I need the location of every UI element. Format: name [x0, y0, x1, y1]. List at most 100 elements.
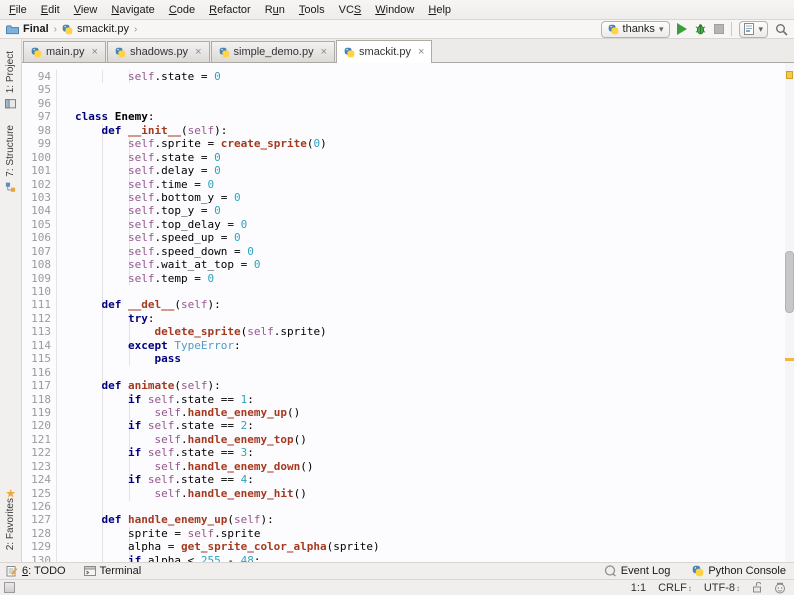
caret-position[interactable]: 1:1: [631, 582, 646, 594]
sidebar-item-favorites[interactable]: 2: Favorites ★: [5, 485, 16, 558]
menu-navigate[interactable]: Navigate: [104, 2, 161, 18]
python-console-label: Python Console: [708, 565, 786, 577]
code-line[interactable]: 116: [22, 365, 785, 380]
stop-button[interactable]: [714, 24, 725, 34]
code-line[interactable]: 106 self.speed_up = 0: [22, 231, 785, 245]
code-line[interactable]: 100 self.state = 0: [22, 150, 785, 165]
code-line[interactable]: 124 if self.state == 4:: [22, 473, 785, 487]
tab-main-py[interactable]: main.py ×: [23, 41, 106, 62]
code-line[interactable]: 110: [22, 285, 785, 299]
toggle-tool-buttons-icon[interactable]: [4, 582, 15, 593]
menu-refactor[interactable]: Refactor: [202, 2, 258, 18]
code-line[interactable]: 111 def __del__(self):: [22, 298, 785, 312]
close-icon[interactable]: ×: [321, 46, 327, 58]
code-text: self.speed_down = 0: [127, 244, 254, 258]
menu-file[interactable]: File: [2, 2, 34, 18]
code-line[interactable]: 120 if self.state == 2:: [22, 419, 785, 433]
code-text: self.state = 0: [127, 70, 221, 83]
menu-view[interactable]: View: [67, 2, 105, 18]
menu-run[interactable]: Run: [258, 2, 292, 18]
code-line[interactable]: 103 self.bottom_y = 0: [22, 190, 785, 205]
code-line[interactable]: 130 if alpha < 255 - 48:: [22, 553, 785, 562]
code-text: def __del__(self):: [101, 298, 221, 312]
encoding-selector[interactable]: UTF-8↕: [704, 582, 740, 594]
code-line[interactable]: 118 if self.state == 1:: [22, 392, 785, 406]
code-line[interactable]: 105 self.top_delay = 0: [22, 217, 785, 232]
code-line[interactable]: 98 def __init__(self):: [22, 123, 785, 138]
code-line[interactable]: 129 alpha = get_sprite_color_alpha(sprit…: [22, 540, 785, 554]
code-line[interactable]: 104 self.top_y = 0: [22, 204, 785, 218]
navigation-bar: Final › smackit.py › thanks ▾ ▾: [0, 20, 794, 39]
event-log-button[interactable]: Event Log: [604, 565, 670, 577]
code-line[interactable]: 109 self.temp = 0: [22, 271, 785, 285]
code-line[interactable]: 108 self.wait_at_top = 0: [22, 258, 785, 272]
coverage-dropdown[interactable]: ▾: [739, 20, 768, 38]
menu-window[interactable]: Window: [368, 2, 421, 18]
code-line[interactable]: 115 pass: [22, 352, 785, 366]
line-number: 114: [22, 338, 57, 353]
code-editor[interactable]: 94 self.state = 0 95 96 97 class Enemy: 98 de…: [22, 63, 794, 562]
sidebar-item-structure[interactable]: 7: Structure: [5, 117, 16, 201]
todo-tool-button[interactable]: 6: TODO: [6, 565, 66, 577]
tab-smackit-py[interactable]: smackit.py ×: [336, 40, 433, 63]
python-console-button[interactable]: Python Console: [692, 565, 786, 577]
menu-help[interactable]: Help: [421, 2, 458, 18]
menu-vcs[interactable]: VCS: [332, 2, 369, 18]
line-ending-selector[interactable]: CRLF↕: [658, 582, 692, 594]
line-number: 110: [22, 285, 57, 299]
warning-stripe-mark[interactable]: [785, 358, 794, 361]
close-icon[interactable]: ×: [92, 46, 98, 58]
code-line[interactable]: 122 if self.state == 3:: [22, 446, 785, 460]
code-line[interactable]: 121 self.handle_enemy_top(): [22, 432, 785, 447]
code-line[interactable]: 101 self.delay = 0: [22, 164, 785, 178]
code-line[interactable]: 127 def handle_enemy_up(self):: [22, 513, 785, 527]
close-icon[interactable]: ×: [195, 46, 201, 58]
run-button[interactable]: [677, 23, 688, 35]
terminal-tool-button[interactable]: Terminal: [83, 565, 141, 577]
tab-simple_demo-py[interactable]: simple_demo.py ×: [210, 41, 336, 62]
code-line[interactable]: 99 self.sprite = create_sprite(0): [22, 137, 785, 151]
search-everywhere-button[interactable]: [775, 23, 788, 36]
code-line[interactable]: 128 sprite = self.sprite: [22, 526, 785, 541]
breadcrumb-item[interactable]: smackit.py: [62, 23, 129, 35]
code-line[interactable]: 125 self.handle_enemy_hit(): [22, 486, 785, 500]
error-stripe-ruler[interactable]: [785, 63, 794, 562]
code-line[interactable]: 94 self.state = 0: [22, 70, 785, 84]
code-line[interactable]: 107 self.speed_down = 0: [22, 244, 785, 259]
code-line[interactable]: 114 except TypeError:: [22, 338, 785, 353]
breadcrumb-item[interactable]: Final: [6, 23, 49, 35]
code-line[interactable]: 126: [22, 500, 785, 514]
code-line[interactable]: 97 class Enemy:: [22, 110, 785, 124]
close-icon[interactable]: ×: [418, 46, 424, 58]
code-line[interactable]: 119 self.handle_enemy_up(): [22, 405, 785, 420]
sidebar-label-structure: 7: Structure: [5, 125, 16, 177]
warning-stripe-mark[interactable]: [786, 71, 793, 79]
code-line[interactable]: 96: [22, 96, 785, 111]
readonly-lock-icon[interactable]: [752, 582, 762, 593]
menu-code[interactable]: Code: [162, 2, 202, 18]
vertical-scrollbar-thumb[interactable]: [785, 251, 794, 313]
sidebar-item-project[interactable]: 1: Project: [5, 43, 16, 117]
line-number: 121: [22, 432, 57, 447]
menu-tools[interactable]: Tools: [292, 2, 332, 18]
code-line[interactable]: 113 delete_sprite(self.sprite): [22, 325, 785, 339]
code-line[interactable]: 117 def animate(self):: [22, 379, 785, 393]
code-line[interactable]: 123 self.handle_enemy_down(): [22, 459, 785, 474]
status-bar: 1:1 CRLF↕ UTF-8↕: [0, 579, 794, 595]
structure-tool-icon: [5, 182, 16, 193]
tab-shadows-py[interactable]: shadows.py ×: [106, 41, 210, 62]
inspection-profile-icon[interactable]: [774, 582, 786, 594]
code-text: self.wait_at_top = 0: [127, 258, 261, 272]
line-number: 130: [22, 553, 57, 562]
debug-button[interactable]: [694, 23, 707, 36]
code-line[interactable]: 95: [22, 83, 785, 97]
run-configuration-select[interactable]: thanks ▾: [600, 20, 671, 38]
chevron-right-icon: ›: [133, 23, 138, 35]
stop-icon: [714, 24, 725, 34]
code-line[interactable]: 102 self.time = 0: [22, 177, 785, 191]
code-text: self.time = 0: [127, 177, 215, 191]
code-line[interactable]: 112 try:: [22, 311, 785, 326]
menu-edit[interactable]: Edit: [34, 2, 67, 18]
